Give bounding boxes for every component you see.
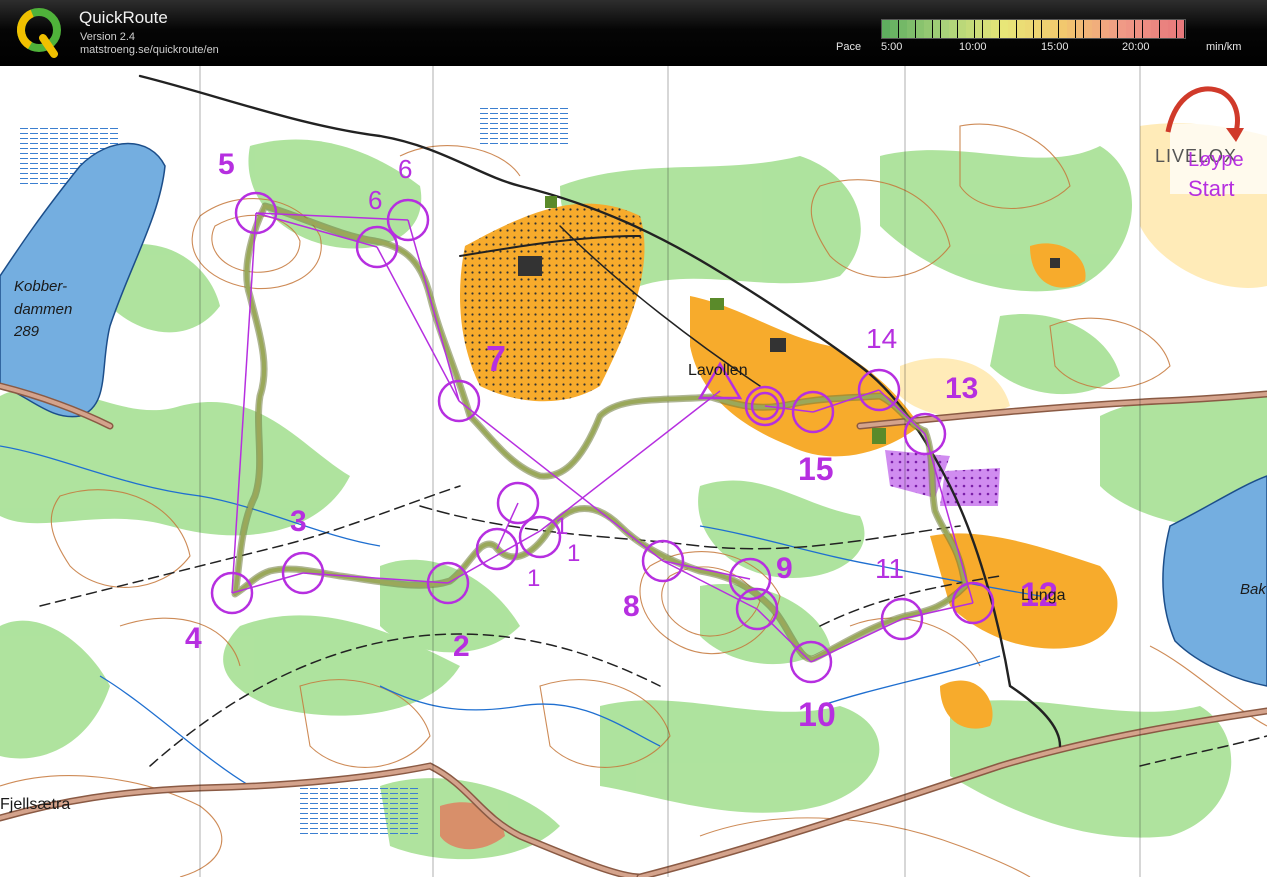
pace-gradient-segment xyxy=(1109,20,1118,38)
pace-gradient-segment xyxy=(1134,20,1143,38)
pace-gradient-segment xyxy=(1168,20,1177,38)
pace-gradient-segment xyxy=(966,20,975,38)
pace-gradient-segment xyxy=(890,20,899,38)
place-lavollen: Lavollen xyxy=(688,362,748,379)
control-label-6b: 6 xyxy=(398,154,412,184)
course-start-label: Start xyxy=(1188,176,1234,201)
pace-gradient-segment xyxy=(907,20,916,38)
pace-gradient-segment xyxy=(1016,20,1025,38)
map-canvas[interactable]: 1 1 1 2 3 4 5 6 6 7 8 9 10 11 12 13 14 1… xyxy=(0,66,1267,877)
pace-tick-15: 15:00 xyxy=(1041,41,1069,53)
pace-gradient-segment xyxy=(898,20,907,38)
control-label-15: 15 xyxy=(798,451,834,487)
pace-gradient-bar xyxy=(881,19,1186,39)
pace-gradient-segment xyxy=(1075,20,1084,38)
control-label-8: 8 xyxy=(623,590,640,623)
place-kobberdammen-2: dammen xyxy=(14,301,72,318)
control-label-14: 14 xyxy=(866,323,897,354)
quickroute-logo-icon xyxy=(17,8,61,58)
pace-gradient-segment xyxy=(949,20,958,38)
orienteering-map[interactable]: 1 1 1 2 3 4 5 6 6 7 8 9 10 11 12 13 14 1… xyxy=(0,66,1267,877)
pace-gradient-segment xyxy=(1100,20,1109,38)
place-fjellsaetra: Fjellsætra xyxy=(0,796,70,813)
pace-gradient-segment xyxy=(1176,20,1185,38)
control-label-1a: 1 xyxy=(555,513,568,540)
pace-gradient-segment xyxy=(915,20,924,38)
control-label-11: 11 xyxy=(875,553,904,584)
pace-label: Pace xyxy=(836,41,862,53)
pace-gradient-segment xyxy=(1067,20,1076,38)
pace-gradient-segment xyxy=(1050,20,1059,38)
control-label-5: 5 xyxy=(218,148,235,181)
pace-gradient-segment xyxy=(882,20,890,38)
place-kobberdammen-1: Kobber- xyxy=(14,278,67,295)
place-bak: Bak xyxy=(1240,581,1267,598)
pace-gradient-segment xyxy=(1084,20,1092,38)
pace-gradient-segment xyxy=(999,20,1008,38)
control-label-4: 4 xyxy=(185,622,202,655)
pace-tick-10: 10:00 xyxy=(959,41,987,53)
control-label-6a: 6 xyxy=(368,185,382,215)
pace-gradient-segment xyxy=(1058,20,1067,38)
control-label-2: 2 xyxy=(453,630,470,663)
pace-gradient-segment xyxy=(1142,20,1151,38)
pace-gradient-segment xyxy=(1041,20,1050,38)
pace-gradient-segment xyxy=(932,20,941,38)
course-name: Løype xyxy=(1188,149,1244,171)
pace-unit: min/km xyxy=(1206,41,1242,53)
control-label-10: 10 xyxy=(798,696,836,734)
control-label-13: 13 xyxy=(945,372,978,405)
pace-gradient-segment xyxy=(974,20,983,38)
pace-gradient-segment xyxy=(1033,20,1042,38)
control-label-1b: 1 xyxy=(567,540,580,567)
app-url[interactable]: matstroeng.se/quickroute/en xyxy=(80,44,219,56)
app-name: QuickRoute xyxy=(79,8,168,27)
app-header: QuickRoute Version 2.4 matstroeng.se/qui… xyxy=(0,0,1267,66)
pace-gradient-segment xyxy=(1117,20,1126,38)
pace-gradient-segment xyxy=(1008,20,1017,38)
place-kobberdammen-3: 289 xyxy=(13,323,40,340)
pace-tick-20: 20:00 xyxy=(1122,41,1150,53)
pace-gradient-segment xyxy=(1126,20,1134,38)
control-label-7: 7 xyxy=(486,338,506,379)
control-label-3: 3 xyxy=(290,505,307,538)
pace-gradient-segment xyxy=(991,20,1000,38)
place-lunga: Lunga xyxy=(1021,587,1066,604)
pace-gradient-segment xyxy=(957,20,966,38)
pace-gradient-segment xyxy=(1151,20,1160,38)
pace-gradient-segment xyxy=(940,20,949,38)
pace-gradient-segment xyxy=(1025,20,1033,38)
control-label-9: 9 xyxy=(776,552,793,585)
pace-gradient-segment xyxy=(924,20,932,38)
pace-tick-5: 5:00 xyxy=(881,41,903,53)
app-version: Version 2.4 xyxy=(80,31,136,43)
pace-gradient-segment xyxy=(983,20,991,38)
pace-gradient-segment xyxy=(1159,20,1168,38)
control-label-1c: 1 xyxy=(527,565,540,592)
pace-gradient-segment xyxy=(1092,20,1101,38)
